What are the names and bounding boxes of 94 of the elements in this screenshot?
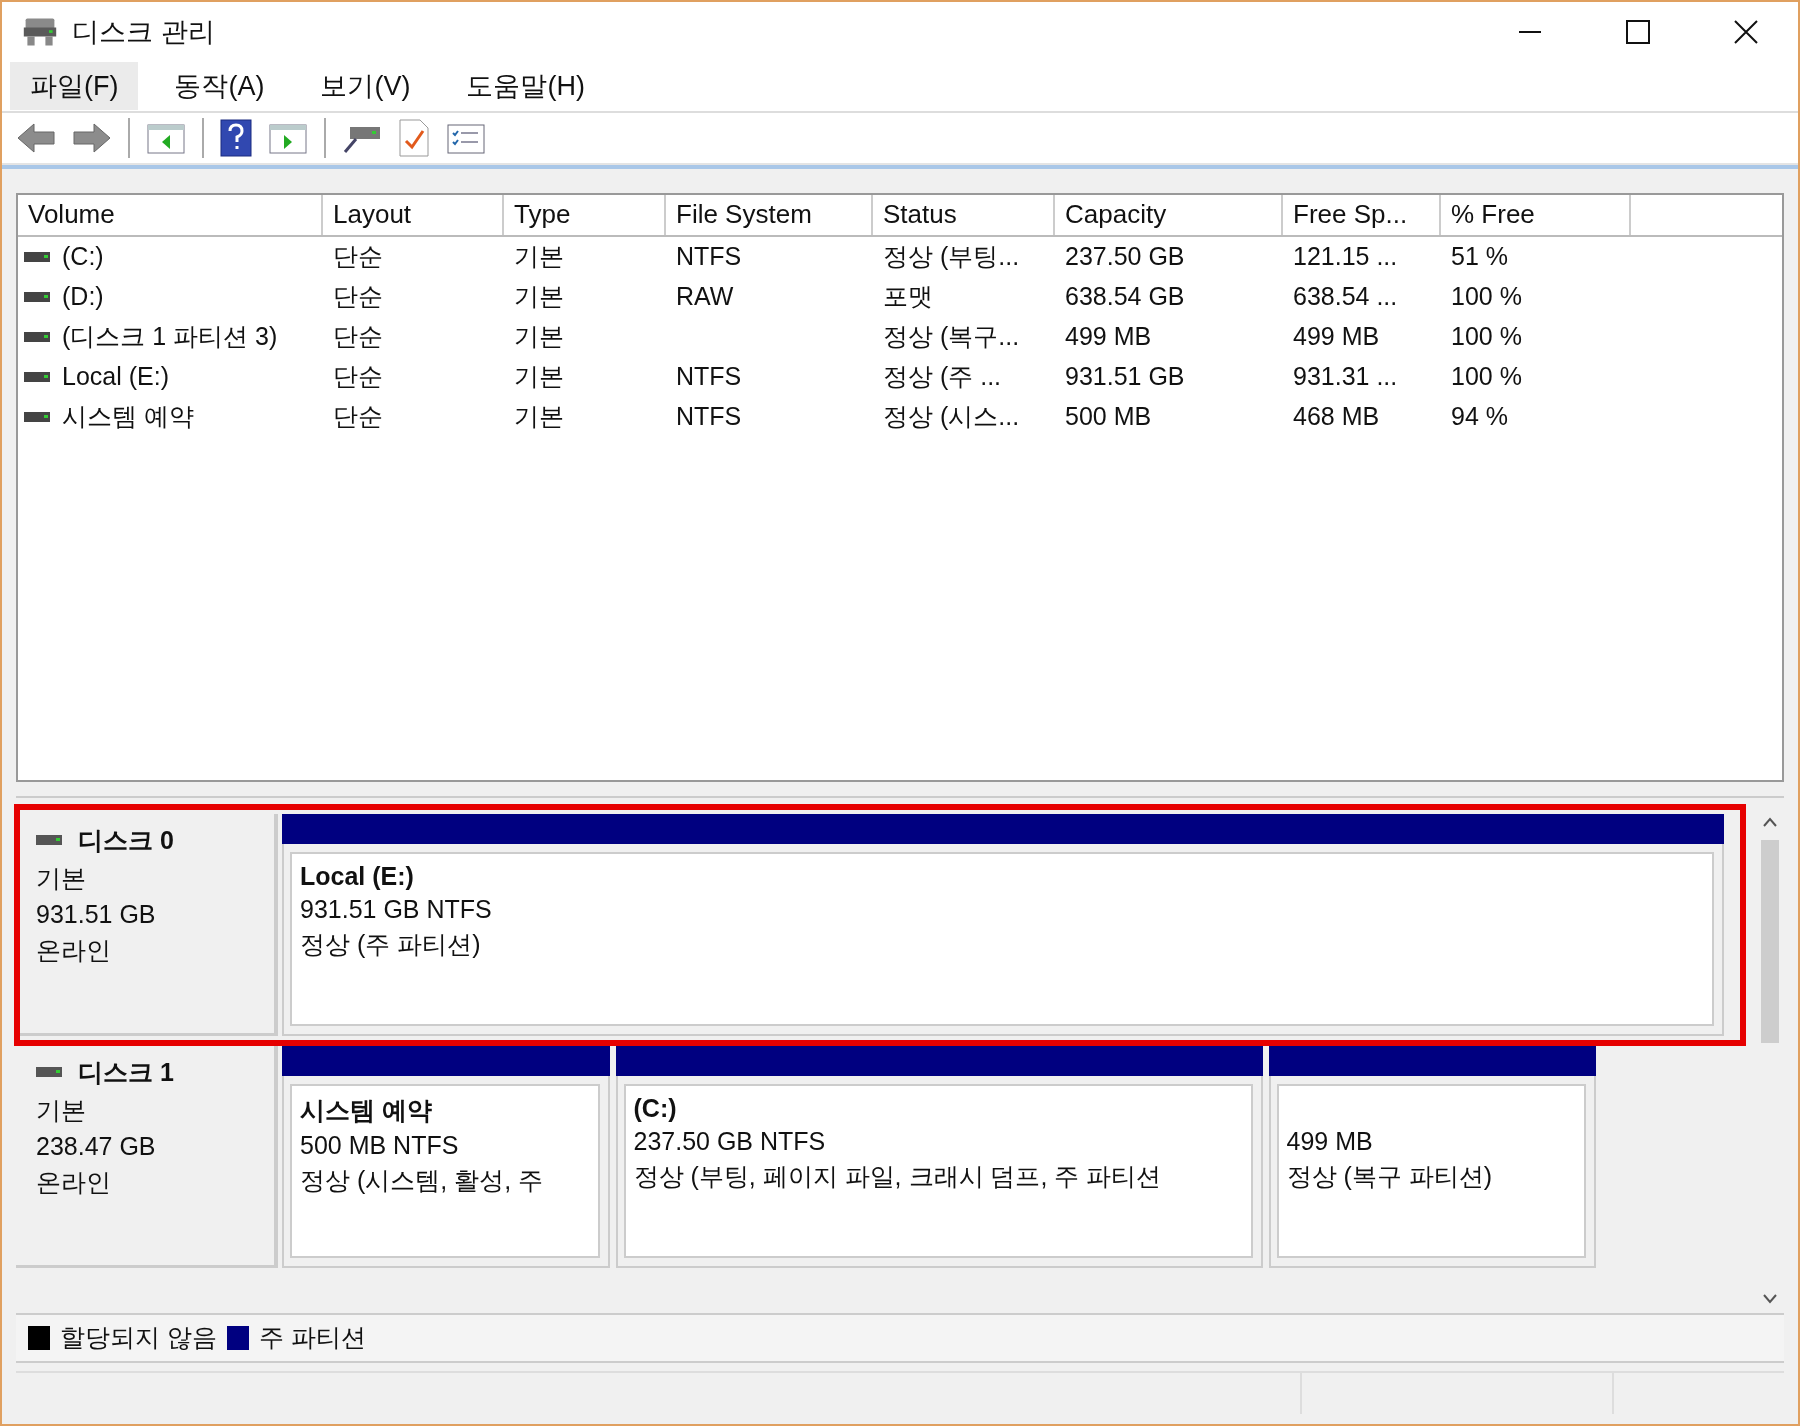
partition-size: 499 MB [1286,1126,1374,1156]
disk-size: 238.47 GB [36,1131,157,1161]
partition-size: 500 MB NTFS [300,1130,460,1160]
table-cell: 638.54 ... [1293,282,1398,312]
table-cell-text: 기본 [514,281,564,313]
forward-arrow-icon[interactable] [72,120,112,155]
table-cell: 931.31 ... [1293,362,1398,392]
disk-status: 온라인 [36,934,112,966]
drive-icon [24,410,50,423]
table-cell-text: 기본 [514,401,564,433]
disk-name: 디스크 1 [78,1056,174,1088]
legend-label: 주 파티션 [258,1322,366,1354]
table-cell[interactable]: (C:) [62,242,104,272]
table-cell-text: 정상 (부팅... [883,241,1020,273]
partition-name: (C:) [633,1093,678,1123]
table-cell-text: 단순 [333,401,383,433]
partition-status: 정상 (시스템, 활성, 주 [300,1164,545,1196]
table-cell: 638.54 GB [1065,282,1185,312]
table-cell: 237.50 GB [1065,242,1185,272]
back-arrow-icon[interactable] [16,120,56,155]
partition-block[interactable]: 499 MB 정상 (복구 파티션) [1268,1045,1596,1268]
table-cell-text: 기본 [514,361,564,393]
partition-size: 237.50 GB NTFS [633,1126,827,1156]
table-cell-text: 정상 (복구... [883,321,1020,353]
table-cell[interactable]: 시스템 예약 [62,400,194,434]
legend-label: 할당되지 않음 [60,1322,217,1354]
disk-drive-icon [22,16,58,49]
table-cell: 121.15 ... [1293,242,1398,272]
menu-item[interactable]: 파일(F) [10,62,139,111]
column-header[interactable]: Free Sp... [1283,194,1441,235]
column-header[interactable]: % Free [1441,194,1631,235]
disk-status: 온라인 [36,1166,112,1198]
disk-name: 디스크 0 [78,824,174,856]
menu-item[interactable]: 보기(V) [300,62,431,111]
table-cell-text: 정상 (주 ... [883,361,1002,393]
partition-name: Local (E:) [300,861,415,891]
partition-status: 정상 (복구 파티션) [1286,1160,1494,1192]
help-icon[interactable] [220,118,252,157]
table-cell-text: 단순 [333,361,383,393]
table-cell: 100 % [1451,282,1522,312]
menu-item[interactable]: 도움말(H) [446,62,605,111]
column-header[interactable]: File System [666,194,873,235]
column-header[interactable]: Volume [18,194,323,235]
table-cell-text: 정상 (시스... [883,401,1020,433]
table-cell[interactable]: (디스크 1 파티션 3) [62,320,278,354]
column-header[interactable]: Layout [323,194,504,235]
disk-type: 기본 [36,862,87,894]
checklist-doc-icon[interactable] [398,118,430,157]
column-header[interactable]: Capacity [1055,194,1283,235]
table-cell: 931.51 GB [1065,362,1185,392]
drive-icon [24,370,50,383]
table-cell: 51 % [1451,242,1508,272]
partition-name: 시스템 예약 [300,1094,433,1126]
table-cell-text: 단순 [333,281,383,313]
table-cell: NTFS [676,242,742,272]
partition-status: 정상 (부팅, 페이지 파일, 크래시 덤프, 주 파티션 [633,1160,1163,1192]
table-cell-text: 단순 [333,321,383,353]
window-title: 디스크 관리 [72,16,215,50]
drive-icon [36,834,62,847]
table-cell: 94 % [1451,402,1508,432]
drive-icon [36,1066,62,1079]
disk-type: 기본 [36,1094,87,1126]
table-cell: 500 MB [1065,402,1152,432]
partition-block[interactable]: (C:) 237.50 GB NTFS 정상 (부팅, 페이지 파일, 크래시 덤프, 주 파티션 [615,1045,1263,1268]
drive-icon [24,330,50,343]
partition-block[interactable]: 시스템 예약 500 MB NTFS 정상 (시스템, 활성, 주 [282,1045,610,1268]
table-cell[interactable]: Local (E:) [62,362,169,392]
drive-icon [24,290,50,303]
partition-size: 931.51 GB NTFS [300,894,493,924]
drive-icon [24,250,50,263]
scroll-up-icon[interactable] [1762,815,1778,828]
partition-status: 정상 (주 파티션) [300,928,482,960]
table-cell: 499 MB [1293,322,1380,352]
table-cell[interactable]: (D:) [62,282,104,312]
table-cell: 499 MB [1065,322,1152,352]
maximize-icon[interactable] [1626,20,1650,45]
table-cell: NTFS [676,402,742,432]
table-cell-text: 기본 [514,321,564,353]
scroll-down-icon[interactable] [1762,1292,1778,1305]
table-cell: NTFS [676,362,742,392]
column-header[interactable]: Status [873,194,1055,235]
disk-info-panel[interactable]: 디스크 1 기본 238.47 GB 온라인 [16,1045,278,1268]
menu-item[interactable]: 동작(A) [154,62,285,111]
close-icon[interactable] [1734,20,1758,45]
table-cell: 100 % [1451,362,1522,392]
table-cell: RAW [676,282,734,312]
column-header[interactable]: Type [504,194,666,235]
table-cell: 468 MB [1293,402,1380,432]
partition-block[interactable]: Local (E:) 931.51 GB NTFS 정상 (주 파티션) [282,813,1724,1036]
table-cell-text: 기본 [514,241,564,273]
table-cell-text: 단순 [333,241,383,273]
table-cell-text: 포맷 [883,281,933,313]
disk-size: 931.51 GB [36,899,157,929]
table-cell: 100 % [1451,322,1522,352]
